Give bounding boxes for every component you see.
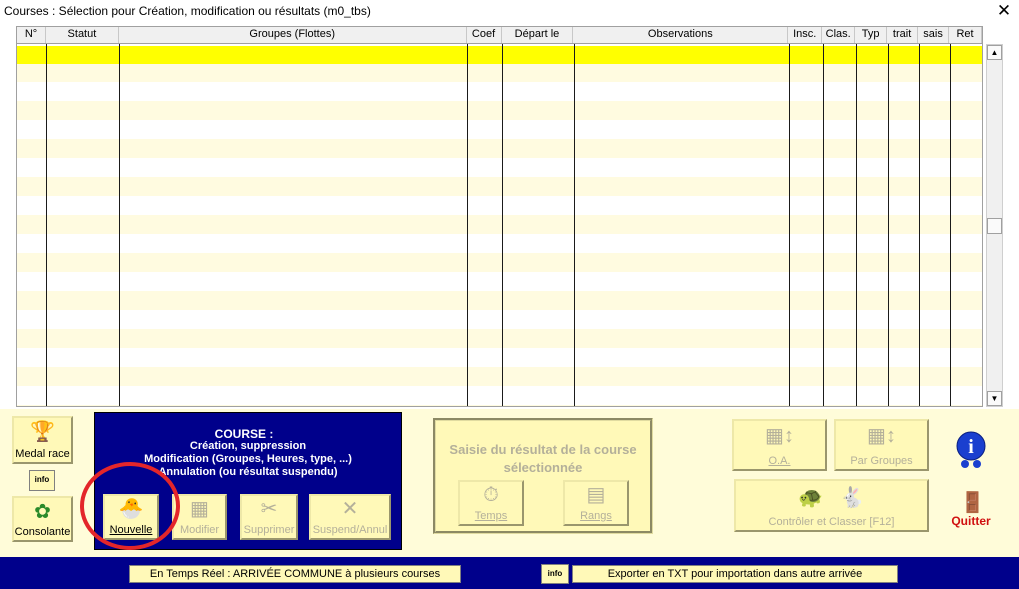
col-header-observations[interactable]: Observations <box>573 27 789 43</box>
col-header-clas[interactable]: Clas. <box>822 27 856 43</box>
controler-label: Contrôler et Classer [F12] <box>768 516 895 528</box>
courses-grid[interactable]: N° Statut Groupes (Flottes) Coef Départ … <box>16 26 983 407</box>
cross-icon: ✕ <box>341 498 359 520</box>
rangs-label: Rangs <box>580 510 612 522</box>
vertical-scrollbar[interactable]: ▲ ▼ <box>986 44 1003 407</box>
info-icon[interactable]: info <box>29 470 55 491</box>
column-divider <box>119 44 120 406</box>
svg-text:i: i <box>968 436 974 458</box>
par-groupes-label: Par Groupes <box>850 455 913 467</box>
col-header-sais[interactable]: sais <box>918 27 950 43</box>
controler-classer-button[interactable]: 🐢 🐇 Contrôler et Classer [F12] <box>734 479 929 532</box>
oa-button[interactable]: ▦↕ O.A. <box>732 419 827 471</box>
scroll-up-icon[interactable]: ▲ <box>987 45 1002 60</box>
suspend-label: Suspend/Annul <box>312 524 388 536</box>
flower-icon: ✿ <box>34 501 51 523</box>
exporter-txt-button[interactable]: Exporter en TXT pour importation dans au… <box>572 565 898 583</box>
column-divider <box>467 44 468 406</box>
column-divider <box>789 44 790 406</box>
quitter-label: Quitter <box>951 514 991 528</box>
groups-icon: ▦↕ <box>867 425 896 447</box>
oa-icon: ▦↕ <box>765 425 794 447</box>
grid-rows[interactable] <box>17 44 982 406</box>
column-divider <box>823 44 824 406</box>
delete-icon: ✂ <box>260 498 278 520</box>
temps-label: Temps <box>474 510 508 522</box>
col-header-insc[interactable]: Insc. <box>788 27 823 43</box>
col-header-num[interactable]: N° <box>17 27 46 43</box>
col-header-groupes[interactable]: Groupes (Flottes) <box>119 27 467 43</box>
consolante-label: Consolante <box>14 526 71 538</box>
quitter-button[interactable]: 🚪 Quitter <box>944 490 998 530</box>
column-divider <box>919 44 920 406</box>
supprimer-button[interactable]: ✂ Supprimer <box>240 494 298 540</box>
medal-race-button[interactable]: 🏆 Medal race <box>12 416 73 464</box>
exit-door-icon: 🚪 <box>960 492 985 514</box>
supprimer-label: Supprimer <box>243 524 295 536</box>
ranks-icon: ▤ <box>586 484 606 506</box>
col-header-statut[interactable]: Statut <box>46 27 119 43</box>
modify-icon: ▦ <box>190 498 209 520</box>
export-info-icon[interactable]: info <box>541 564 569 584</box>
saisie-title: Saisie du résultat de la course sélectio… <box>449 442 637 475</box>
col-header-ret[interactable]: Ret <box>949 27 982 43</box>
oa-label: O.A. <box>768 455 791 467</box>
consolante-button[interactable]: ✿ Consolante <box>12 496 73 542</box>
suspend-button[interactable]: ✕ Suspend/Annul <box>309 494 391 540</box>
turtle-hare-icon: 🐢 🐇 <box>798 487 865 509</box>
trophy-icon: 🏆 <box>30 421 55 443</box>
course-line-1: Création, suppression <box>189 440 307 452</box>
grid-header: N° Statut Groupes (Flottes) Coef Départ … <box>17 27 982 44</box>
window-title: Courses : Sélection pour Création, modif… <box>4 4 371 18</box>
column-divider <box>856 44 857 406</box>
column-divider <box>502 44 503 406</box>
help-info-icon[interactable]: i <box>953 428 993 468</box>
column-divider <box>46 44 47 406</box>
course-title: COURSE : <box>214 427 274 441</box>
par-groupes-button[interactable]: ▦↕ Par Groupes <box>834 419 929 471</box>
column-divider <box>950 44 951 406</box>
temps-button[interactable]: ⏱ Temps <box>458 480 524 526</box>
column-divider <box>574 44 575 406</box>
modifier-button[interactable]: ▦ Modifier <box>172 494 227 540</box>
rangs-button[interactable]: ▤ Rangs <box>563 480 629 526</box>
col-header-depart[interactable]: Départ le <box>502 27 574 43</box>
stopwatch-icon: ⏱ <box>483 484 499 506</box>
highlight-circle <box>80 462 180 550</box>
temps-reel-button[interactable]: En Temps Réel : ARRIVÉE COMMUNE à plusie… <box>129 565 461 583</box>
scroll-thumb[interactable] <box>987 218 1002 234</box>
col-header-trait[interactable]: trait <box>887 27 919 43</box>
medal-race-label: Medal race <box>15 448 70 460</box>
modifier-label: Modifier <box>179 524 220 536</box>
col-header-coef[interactable]: Coef <box>467 27 502 43</box>
selected-row[interactable] <box>17 46 982 64</box>
scroll-down-icon[interactable]: ▼ <box>987 391 1002 406</box>
col-header-typ[interactable]: Typ <box>855 27 888 43</box>
close-icon[interactable]: ✕ <box>994 1 1014 21</box>
column-divider <box>888 44 889 406</box>
